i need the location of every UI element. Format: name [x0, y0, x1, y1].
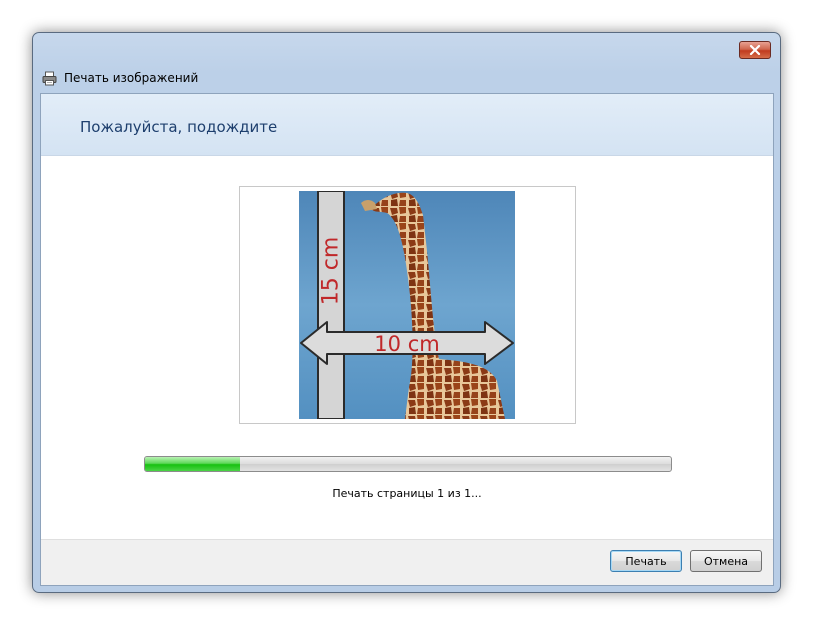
print-pictures-dialog: Печать изображений Пожалуйста, подождите — [32, 32, 781, 593]
printer-icon — [42, 71, 57, 86]
window-title: Печать изображений — [64, 71, 199, 85]
title-bar[interactable]: Печать изображений — [33, 33, 780, 93]
button-bar: Печать Отмена — [41, 539, 773, 585]
print-button[interactable]: Печать — [610, 550, 682, 572]
close-button[interactable] — [739, 41, 771, 59]
wizard-header: Пожалуйста, подождите — [41, 94, 773, 156]
page-title: Пожалуйста, подождите — [80, 118, 278, 136]
dialog-content: Пожалуйста, подождите 15 cm 10 cm Печать… — [40, 93, 774, 586]
width-dimension-label: 10 cm — [374, 332, 439, 356]
print-preview: 15 cm 10 cm — [239, 186, 576, 424]
height-dimension-label: 15 cm — [319, 237, 344, 306]
giraffe-image: 15 cm 10 cm — [299, 191, 515, 419]
close-icon — [749, 45, 761, 55]
print-progress-bar — [144, 456, 672, 472]
progress-fill — [145, 457, 240, 471]
cancel-button[interactable]: Отмена — [690, 550, 762, 572]
print-status-text: Печать страницы 1 из 1... — [332, 487, 482, 500]
